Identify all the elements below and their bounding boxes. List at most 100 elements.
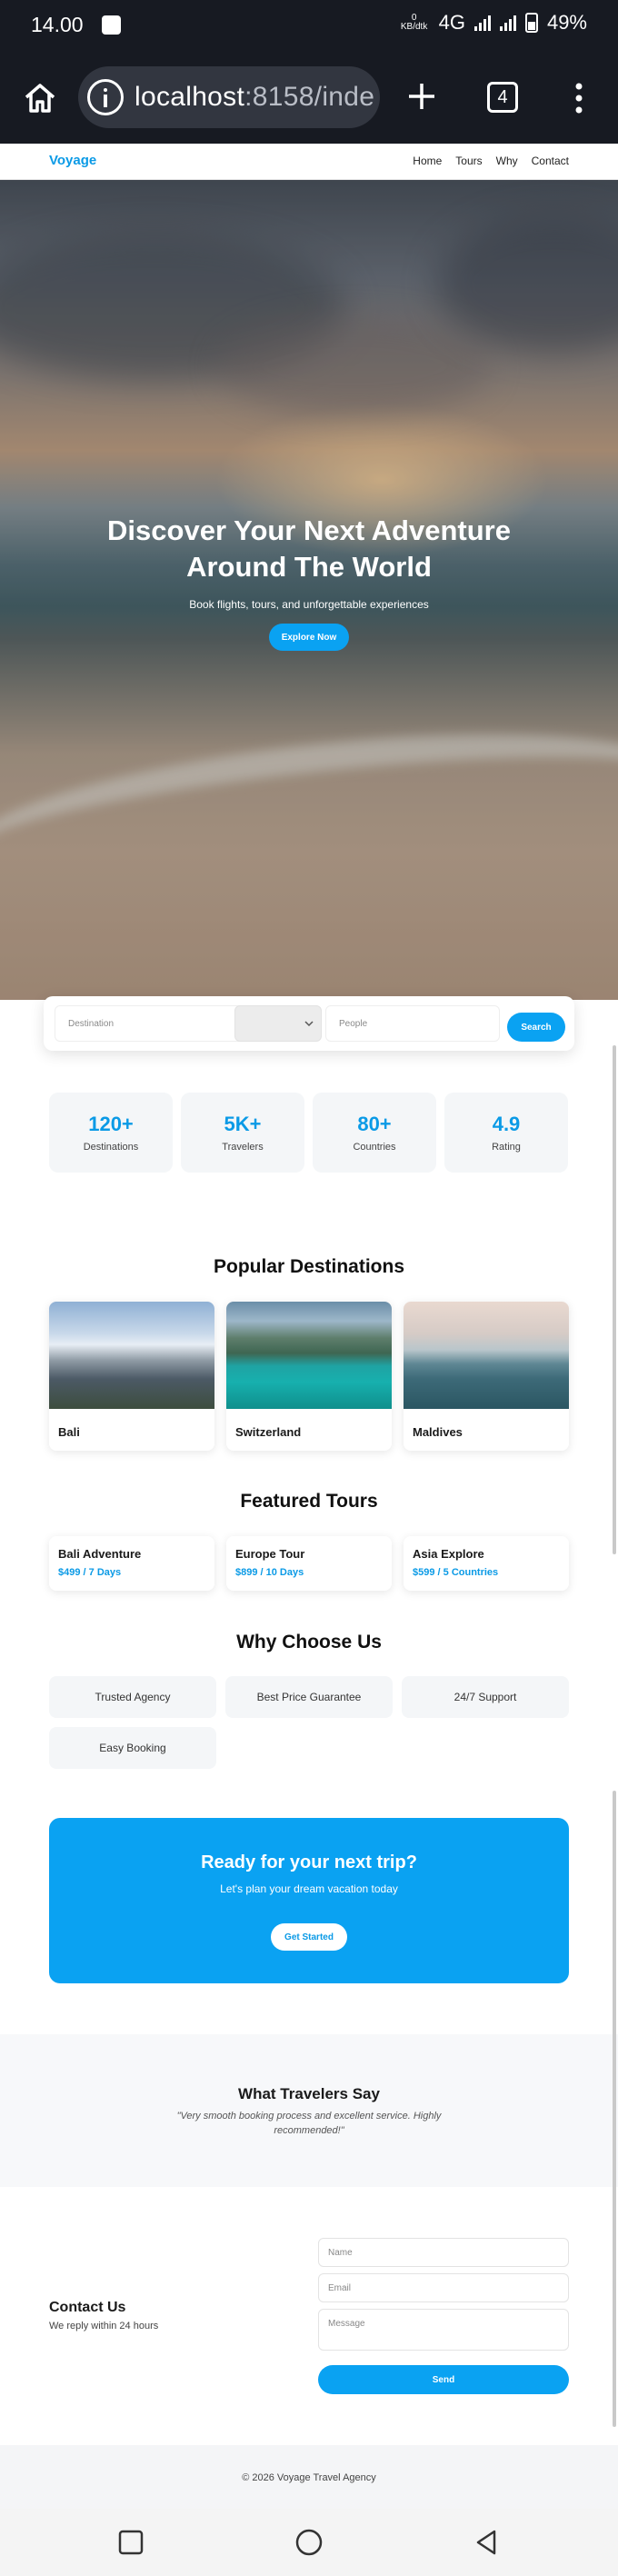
notification-icon bbox=[102, 15, 121, 35]
destination-card[interactable]: Switzerland bbox=[226, 1302, 392, 1451]
battery-icon bbox=[524, 13, 538, 33]
tour-card[interactable]: Europe Tour $899 / 10 Days bbox=[226, 1536, 392, 1591]
stat-label: Countries bbox=[353, 1142, 396, 1153]
home-icon[interactable] bbox=[22, 80, 58, 116]
address-bar[interactable]: localhost:8158/inde bbox=[78, 66, 380, 128]
why-item: Trusted Agency bbox=[49, 1676, 216, 1718]
destination-card[interactable]: Maldives bbox=[404, 1302, 569, 1451]
tour-card[interactable]: Bali Adventure $499 / 7 Days bbox=[49, 1536, 214, 1591]
new-tab-icon[interactable] bbox=[405, 80, 438, 113]
destination-image bbox=[226, 1302, 392, 1409]
status-time: 14.00 bbox=[31, 13, 84, 36]
url-host: localhost bbox=[135, 82, 245, 112]
get-started-button[interactable]: Get Started bbox=[271, 1923, 347, 1951]
tour-name: Europe Tour bbox=[235, 1547, 305, 1561]
explore-now-button[interactable]: Explore Now bbox=[269, 624, 349, 651]
url-text[interactable]: localhost:8158/inde bbox=[135, 82, 374, 113]
search-card: Destination People Search bbox=[44, 996, 574, 1051]
contact-title: Contact Us bbox=[49, 2300, 126, 2315]
why-item: 24/7 Support bbox=[402, 1676, 569, 1718]
banner-title: Ready for your next trip? bbox=[201, 1852, 417, 1872]
chevron-down-icon bbox=[304, 1021, 314, 1027]
status-bar: 14.00 0 KB/dtk 4G 49% bbox=[0, 0, 618, 53]
destinations-title: Popular Destinations bbox=[213, 1256, 405, 1277]
recents-icon[interactable] bbox=[115, 2527, 146, 2558]
signal-icon-2 bbox=[499, 15, 516, 31]
nav-link-home[interactable]: Home bbox=[413, 155, 442, 167]
network-type: 4G bbox=[438, 11, 465, 34]
stat-value: 120+ bbox=[88, 1113, 134, 1135]
name-input[interactable]: Name bbox=[318, 2238, 569, 2267]
stat-value: 80+ bbox=[357, 1113, 392, 1135]
hero-title: Discover Your Next Adventure Around The W… bbox=[0, 513, 618, 585]
more-menu-icon[interactable] bbox=[573, 82, 585, 115]
testimonial-quote-line1: "Very smooth booking process and excelle… bbox=[176, 2111, 442, 2122]
nav-link-contact[interactable]: Contact bbox=[532, 155, 569, 167]
testimonials-title: What Travelers Say bbox=[238, 2085, 380, 2102]
stat-value: 4.9 bbox=[492, 1113, 521, 1135]
testimonials-section: What Travelers Say "Very smooth booking … bbox=[0, 2034, 618, 2187]
hero-section: Discover Your Next Adventure Around The W… bbox=[0, 180, 618, 1000]
data-rate: 0 KB/dtk bbox=[399, 14, 430, 32]
android-nav-bar bbox=[0, 2509, 618, 2576]
tour-price: $599 / 5 Countries bbox=[413, 1567, 499, 1578]
stat-card: 80+ Countries bbox=[313, 1093, 436, 1173]
data-rate-unit: KB/dtk bbox=[400, 22, 428, 32]
why-item: Best Price Guarantee bbox=[225, 1676, 393, 1718]
tour-name: Asia Explore bbox=[413, 1547, 484, 1561]
nav-link-tours[interactable]: Tours bbox=[455, 155, 482, 167]
contact-subtitle: We reply within 24 hours bbox=[49, 2321, 159, 2331]
banner-subtitle: Let's plan your dream vacation today bbox=[220, 1882, 398, 1895]
hero-subtitle: Book flights, tours, and unforgettable e… bbox=[189, 598, 429, 611]
testimonial-quote-line2: recommended!" bbox=[274, 2125, 344, 2136]
stat-card: 5K+ Travelers bbox=[181, 1093, 304, 1173]
nav-links: Home Tours Why Contact bbox=[413, 155, 569, 167]
why-item: Easy Booking bbox=[49, 1727, 216, 1769]
hero-overlay bbox=[0, 180, 618, 1000]
destination-image bbox=[404, 1302, 569, 1409]
status-indicators: 0 KB/dtk 4G 49% bbox=[399, 11, 587, 35]
home-circle-icon[interactable] bbox=[294, 2527, 324, 2558]
site-navbar: Voyage Home Tours Why Contact bbox=[0, 144, 618, 180]
nav-link-why[interactable]: Why bbox=[496, 155, 518, 167]
stat-label: Travelers bbox=[222, 1142, 264, 1153]
footer: © 2026 Voyage Travel Agency bbox=[0, 2445, 618, 2509]
people-input[interactable]: People bbox=[325, 1005, 500, 1042]
back-icon[interactable] bbox=[471, 2527, 502, 2558]
destination-name: Bali bbox=[58, 1425, 80, 1439]
destination-image bbox=[49, 1302, 214, 1409]
site-logo[interactable]: Voyage bbox=[49, 153, 96, 168]
destination-name: Maldives bbox=[413, 1425, 463, 1439]
url-path: :8158/inde bbox=[244, 82, 375, 112]
battery-level: 49% bbox=[546, 11, 587, 34]
tab-switcher-button[interactable]: 4 bbox=[487, 82, 518, 113]
destination-name: Switzerland bbox=[235, 1425, 302, 1439]
testimonial-quote: "Very smooth booking process and excelle… bbox=[154, 2109, 464, 2138]
signal-icon bbox=[473, 15, 491, 31]
stat-card: 120+ Destinations bbox=[49, 1093, 173, 1173]
hero-title-line1: Discover Your Next Adventure bbox=[107, 514, 511, 546]
tour-name: Bali Adventure bbox=[58, 1547, 142, 1561]
stat-value: 5K+ bbox=[224, 1113, 262, 1135]
why-title: Why Choose Us bbox=[236, 1632, 382, 1652]
footer-text: © 2026 Voyage Travel Agency bbox=[242, 2472, 376, 2483]
hero-title-line2: Around The World bbox=[186, 551, 432, 583]
tours-title: Featured Tours bbox=[240, 1491, 378, 1512]
message-textarea[interactable]: Message bbox=[318, 2309, 569, 2351]
stat-card: 4.9 Rating bbox=[444, 1093, 568, 1173]
tour-price: $899 / 10 Days bbox=[235, 1567, 304, 1578]
tour-card[interactable]: Asia Explore $599 / 5 Countries bbox=[404, 1536, 569, 1591]
search-button[interactable]: Search bbox=[507, 1013, 565, 1042]
trip-type-select[interactable] bbox=[234, 1005, 322, 1042]
info-icon[interactable] bbox=[87, 79, 124, 115]
destination-card[interactable]: Bali bbox=[49, 1302, 214, 1451]
tour-price: $499 / 7 Days bbox=[58, 1567, 122, 1578]
scrollbar-thumb[interactable] bbox=[613, 1045, 616, 1554]
browser-toolbar: localhost:8158/inde 4 bbox=[0, 53, 618, 144]
email-input[interactable]: Email bbox=[318, 2273, 569, 2302]
cta-banner: Ready for your next trip? Let's plan you… bbox=[49, 1818, 569, 1983]
stat-label: Rating bbox=[492, 1142, 521, 1153]
send-button[interactable]: Send bbox=[318, 2365, 569, 2394]
scrollbar-thumb[interactable] bbox=[613, 1791, 616, 2427]
stat-label: Destinations bbox=[83, 1142, 139, 1153]
